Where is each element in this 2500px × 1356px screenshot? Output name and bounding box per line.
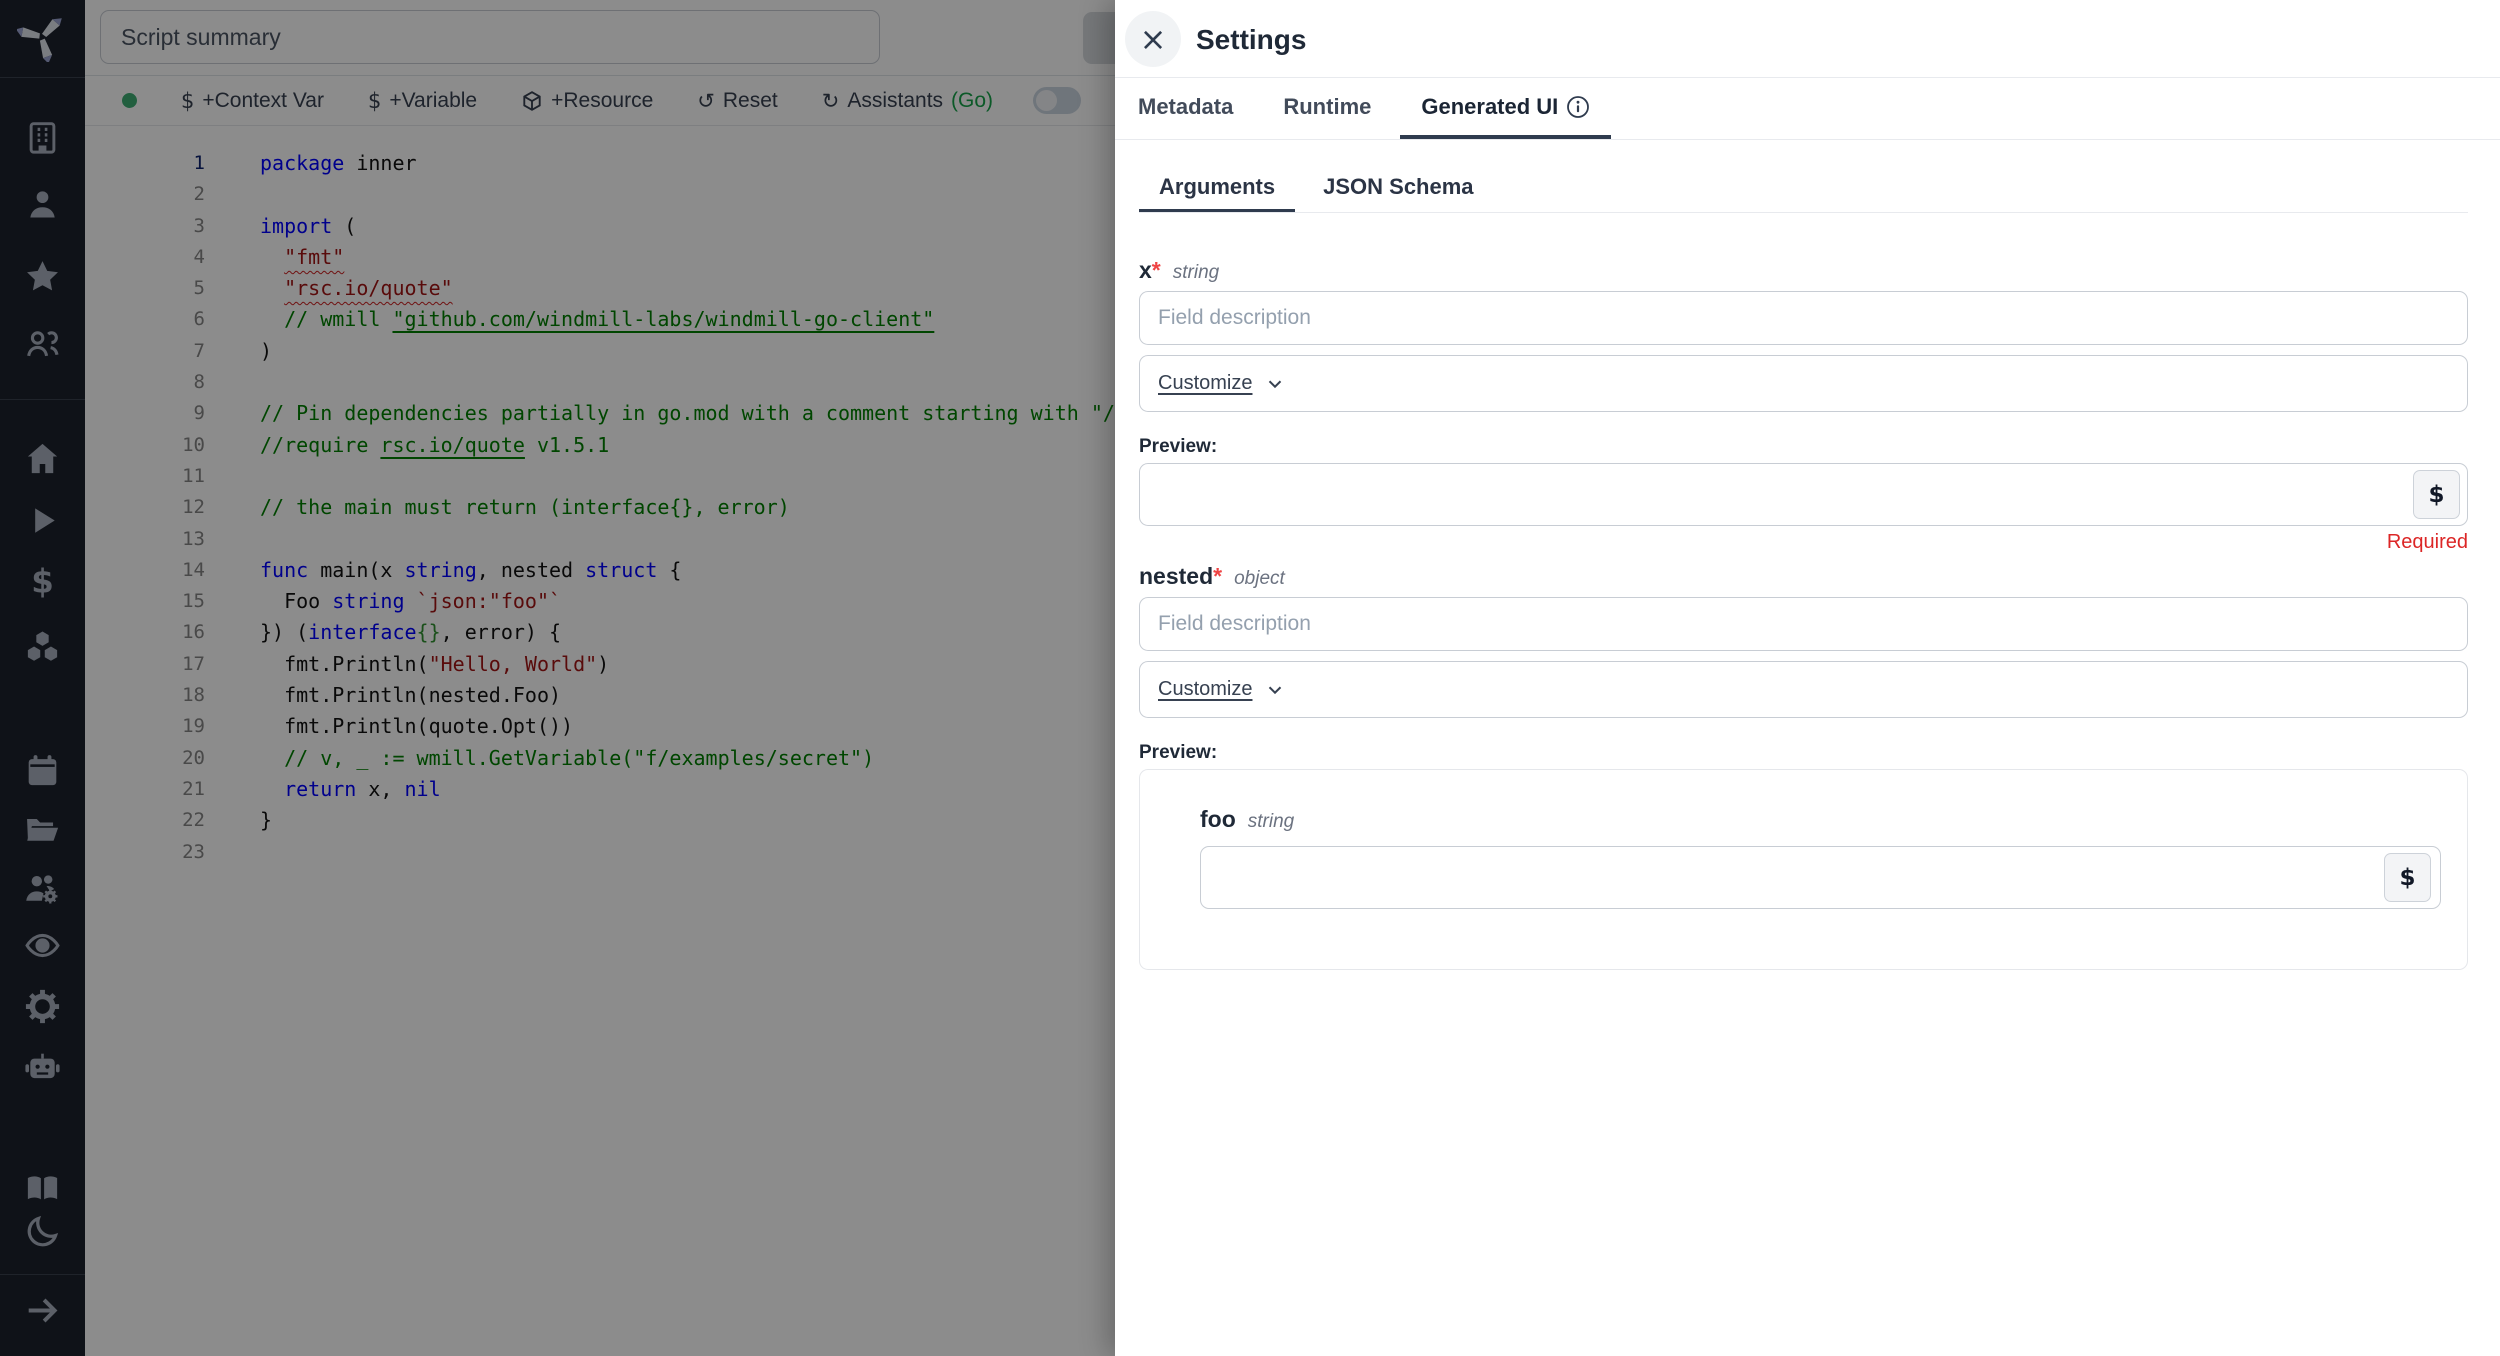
insert-variable-button[interactable]: $ [2384,853,2431,902]
insert-variable-button[interactable]: $ [2413,470,2460,519]
chevron-down-icon [1264,373,1286,395]
preview-input-x[interactable] [1139,463,2468,526]
field-label-nested: nested* object [1139,563,2468,590]
field-label-x: x* string [1139,257,2468,284]
customize-toggle-x[interactable]: Customize [1158,372,1252,395]
drawer-header: × Settings [1115,0,2500,78]
close-button[interactable]: × [1125,11,1181,67]
field-type: string [1173,262,1219,284]
field-type: string [1248,811,1294,833]
settings-drawer: × Settings Metadata Runtime Generated UI… [1115,0,2500,1356]
customize-box-nested: Customize [1139,661,2468,718]
nested-preview-box: foo string $ [1139,769,2468,970]
drawer-title: Settings [1196,24,1306,56]
tab-metadata[interactable]: Metadata [1117,78,1254,139]
field-description-input-x[interactable] [1139,291,2468,345]
app-screen: $ $ +Context Var $ +Variable [0,0,2500,1356]
customize-toggle-nested[interactable]: Customize [1158,678,1252,701]
preview-label-x: Preview: [1139,436,2468,458]
required-note: Required [1139,531,2468,555]
subtab-arguments[interactable]: Arguments [1139,165,1295,212]
field-type: object [1234,568,1285,590]
preview-label-nested: Preview: [1139,742,2468,764]
chevron-down-icon [1264,679,1286,701]
field-description-input-nested[interactable] [1139,597,2468,651]
tab-runtime[interactable]: Runtime [1262,78,1392,139]
tab-generated-ui[interactable]: Generated UI [1400,78,1611,139]
subtab-json-schema[interactable]: JSON Schema [1303,165,1493,212]
preview-input-foo[interactable] [1200,846,2441,909]
nested-preview-field-label: foo string [1200,806,2441,833]
required-asterisk: * [1152,257,1161,284]
required-asterisk: * [1213,563,1222,590]
generated-ui-subtabs: Arguments JSON Schema [1139,165,2468,213]
customize-box-x: Customize [1139,355,2468,412]
drawer-content: Arguments JSON Schema x* string Customiz… [1115,165,2500,970]
info-icon[interactable] [1566,95,1590,119]
settings-tabbar: Metadata Runtime Generated UI [1115,78,2500,140]
